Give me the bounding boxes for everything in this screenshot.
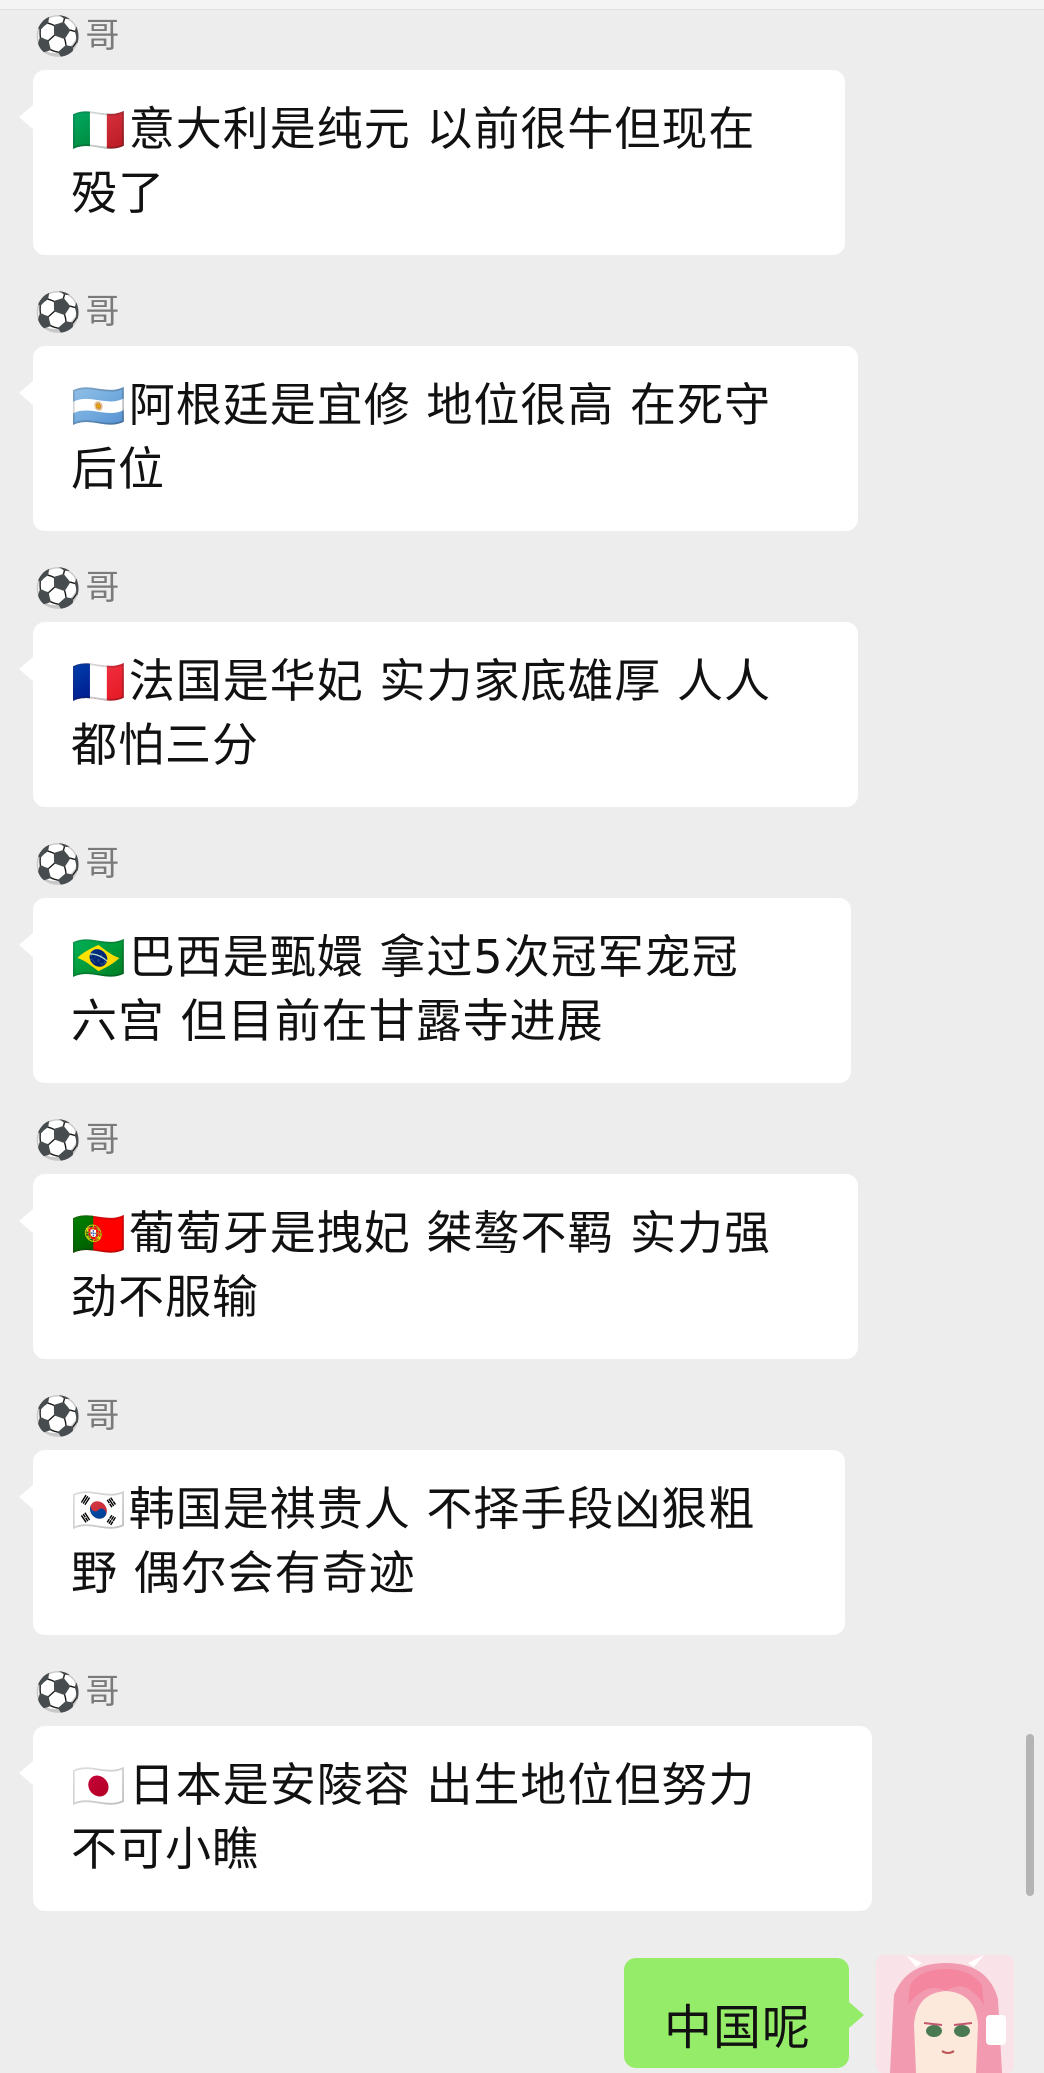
sender-info[interactable]: ⚽ 哥 xyxy=(34,1394,119,1438)
message-bubble[interactable]: 🇰🇷韩国是祺贵人 不择手段凶狠粗 野 偶尔会有奇迹 xyxy=(19,1450,845,1635)
message-text-line-1: 意大利是纯元 以前很牛但现在 xyxy=(128,102,756,156)
message-text-line-1: 法国是华妃 实力家底雄厚 人人 xyxy=(128,654,772,708)
sender-name: 哥 xyxy=(85,1120,120,1160)
sender-info[interactable]: ⚽ 哥 xyxy=(34,566,119,610)
argentina-flag-icon: 🇦🇷 xyxy=(71,381,127,432)
japan-flag-icon: 🇯🇵 xyxy=(71,1761,127,1812)
message-text-line-2: 都怕三分 xyxy=(71,718,259,772)
message-text-line-1: 葡萄牙是拽妃 桀骜不羁 实力强 xyxy=(128,1206,772,1260)
message-bubble[interactable]: 🇵🇹葡萄牙是拽妃 桀骜不羁 实力强 劲不服输 xyxy=(19,1174,858,1359)
message-text-line-2: 殁了 xyxy=(71,166,165,220)
scrollbar[interactable] xyxy=(1026,1734,1034,1896)
top-divider xyxy=(0,0,1044,10)
sender-name: 哥 xyxy=(85,568,120,608)
portugal-flag-icon: 🇵🇹 xyxy=(71,1209,127,1260)
soccer-ball-icon: ⚽ xyxy=(34,1394,82,1438)
sender-info[interactable]: ⚽ 哥 xyxy=(34,14,119,58)
outgoing-message-bubble[interactable]: 中国呢 xyxy=(624,1958,864,2068)
message-text-line-2: 劲不服输 xyxy=(71,1270,259,1324)
soccer-ball-icon: ⚽ xyxy=(34,566,82,610)
sender-name: 哥 xyxy=(85,292,120,332)
south-korea-flag-icon: 🇰🇷 xyxy=(71,1485,127,1536)
anime-avatar-image xyxy=(876,1955,1014,2073)
sender-name: 哥 xyxy=(85,1672,120,1712)
sender-name: 哥 xyxy=(85,16,120,56)
sender-name: 哥 xyxy=(85,1396,120,1436)
sender-name: 哥 xyxy=(85,844,120,884)
message-text-line-1: 阿根廷是宜修 地位很高 在死守 xyxy=(128,378,772,432)
soccer-ball-icon: ⚽ xyxy=(34,1118,82,1162)
soccer-ball-icon: ⚽ xyxy=(34,14,82,58)
message-bubble[interactable]: 🇧🇷巴西是甄嬛 拿过5次冠军宠冠 六宫 但目前在甘露寺进展 xyxy=(19,898,851,1083)
message-text-line-1: 日本是安陵容 出生地位但努力 xyxy=(128,1758,756,1812)
message-text-line-1: 巴西是甄嬛 拿过5次冠军宠冠 xyxy=(128,930,739,984)
france-flag-icon: 🇫🇷 xyxy=(71,657,127,708)
outgoing-message-text: 中国呢 xyxy=(664,2000,812,2056)
message-text-line-2: 不可小瞧 xyxy=(71,1822,259,1876)
brazil-flag-icon: 🇧🇷 xyxy=(71,933,127,984)
anime-avatar[interactable] xyxy=(876,1955,1014,2073)
sender-info[interactable]: ⚽ 哥 xyxy=(34,842,119,886)
message-text-line-2: 六宫 但目前在甘露寺进展 xyxy=(71,994,604,1048)
message-bubble[interactable]: 🇮🇹意大利是纯元 以前很牛但现在 殁了 xyxy=(19,70,845,255)
soccer-ball-icon: ⚽ xyxy=(34,1670,82,1714)
message-text-line-2: 后位 xyxy=(71,442,165,496)
message-bubble[interactable]: 🇯🇵日本是安陵容 出生地位但努力 不可小瞧 xyxy=(19,1726,872,1911)
sender-info[interactable]: ⚽ 哥 xyxy=(34,290,119,334)
italy-flag-icon: 🇮🇹 xyxy=(71,105,127,156)
message-bubble[interactable]: 🇫🇷法国是华妃 实力家底雄厚 人人 都怕三分 xyxy=(19,622,858,807)
soccer-ball-icon: ⚽ xyxy=(34,842,82,886)
soccer-ball-icon: ⚽ xyxy=(34,290,82,334)
message-bubble[interactable]: 🇦🇷阿根廷是宜修 地位很高 在死守 后位 xyxy=(19,346,858,531)
message-text-line-2: 野 偶尔会有奇迹 xyxy=(71,1546,416,1600)
sender-info[interactable]: ⚽ 哥 xyxy=(34,1670,119,1714)
message-text-line-1: 韩国是祺贵人 不择手段凶狠粗 xyxy=(128,1482,756,1536)
sender-info[interactable]: ⚽ 哥 xyxy=(34,1118,119,1162)
